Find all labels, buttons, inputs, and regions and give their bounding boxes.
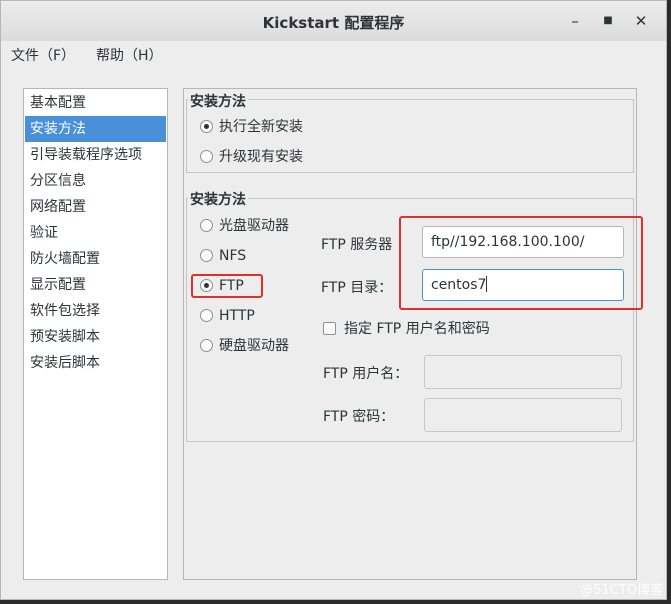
ftp-password-label: FTP 密码： xyxy=(323,409,395,425)
radio-nfs[interactable]: NFS xyxy=(200,245,246,267)
category-list: 基本配置 安装方法 引导装载程序选项 分区信息 网络配置 验证 防火墙配置 显示… xyxy=(23,88,168,580)
minimize-icon: – xyxy=(571,12,579,30)
radio-fresh-install-label: 执行全新安装 xyxy=(219,119,303,135)
radio-unselected-icon xyxy=(200,309,213,322)
ftp-auth-checkbox-label: 指定 FTP 用户名和密码 xyxy=(344,321,490,337)
kickstart-window: Kickstart 配置程序 – ■ ✕ 文件（F） 帮助（H） 基本配置 安装… xyxy=(0,0,667,600)
radio-unselected-icon xyxy=(200,249,213,262)
install-source-title: 安装方法 xyxy=(188,189,248,209)
ftp-fields-highlight-box xyxy=(399,216,643,310)
close-button[interactable]: ✕ xyxy=(630,10,652,32)
radio-unselected-icon xyxy=(200,219,213,232)
radio-upgrade-label: 升级现有安装 xyxy=(219,149,303,165)
maximize-button[interactable]: ■ xyxy=(597,10,619,32)
radio-nfs-label: NFS xyxy=(219,248,247,264)
sidebar-item-install-method[interactable]: 安装方法 xyxy=(25,116,166,142)
radio-cdrom-label: 光盘驱动器 xyxy=(219,218,289,234)
radio-cdrom[interactable]: 光盘驱动器 xyxy=(200,215,289,237)
sidebar-item-firewall[interactable]: 防火墙配置 xyxy=(25,246,166,272)
title-bar[interactable]: Kickstart 配置程序 – ■ ✕ xyxy=(1,1,666,42)
radio-harddrive-label: 硬盘驱动器 xyxy=(219,338,289,354)
radio-unselected-icon xyxy=(200,339,213,352)
ftp-dir-label: FTP 目录： xyxy=(321,280,393,296)
ftp-user-field[interactable] xyxy=(424,355,622,389)
radio-selected-icon xyxy=(200,120,213,133)
ftp-server-label: FTP 服务器 xyxy=(321,237,393,253)
radio-http-label: HTTP xyxy=(219,308,255,324)
maximize-icon: ■ xyxy=(603,15,613,26)
radio-harddrive[interactable]: 硬盘驱动器 xyxy=(200,335,289,357)
ftp-auth-checkbox[interactable]: 指定 FTP 用户名和密码 xyxy=(323,318,490,340)
sidebar-item-network[interactable]: 网络配置 xyxy=(25,194,166,220)
install-type-title: 安装方法 xyxy=(188,91,248,111)
sidebar-item-post-script[interactable]: 安装后脚本 xyxy=(25,350,166,376)
sidebar-item-packages[interactable]: 软件包选择 xyxy=(25,298,166,324)
menu-file[interactable]: 文件（F） xyxy=(11,45,75,65)
sidebar-item-bootloader[interactable]: 引导装载程序选项 xyxy=(25,142,166,168)
ftp-user-label: FTP 用户名： xyxy=(323,366,409,382)
watermark: @51CTO博客 xyxy=(580,583,663,598)
sidebar-item-pre-script[interactable]: 预安装脚本 xyxy=(25,324,166,350)
menu-bar: 文件（F） 帮助（H） xyxy=(1,41,666,67)
minimize-button[interactable]: – xyxy=(564,10,586,32)
radio-http[interactable]: HTTP xyxy=(200,305,255,327)
close-icon: ✕ xyxy=(634,12,648,30)
sidebar-item-basic[interactable]: 基本配置 xyxy=(25,90,166,116)
content-panel: 安装方法 执行全新安装 升级现有安装 安装方法 光盘驱动器 NFS FTP HT… xyxy=(183,88,643,580)
ftp-highlight-box xyxy=(191,274,263,298)
checkbox-icon xyxy=(323,322,336,335)
radio-upgrade[interactable]: 升级现有安装 xyxy=(200,146,303,168)
radio-unselected-icon xyxy=(200,150,213,163)
sidebar-item-display[interactable]: 显示配置 xyxy=(25,272,166,298)
sidebar-item-partitions[interactable]: 分区信息 xyxy=(25,168,166,194)
sidebar-item-auth[interactable]: 验证 xyxy=(25,220,166,246)
radio-fresh-install[interactable]: 执行全新安装 xyxy=(200,116,303,138)
menu-help[interactable]: 帮助（H） xyxy=(96,45,163,65)
ftp-password-field[interactable] xyxy=(424,398,622,432)
